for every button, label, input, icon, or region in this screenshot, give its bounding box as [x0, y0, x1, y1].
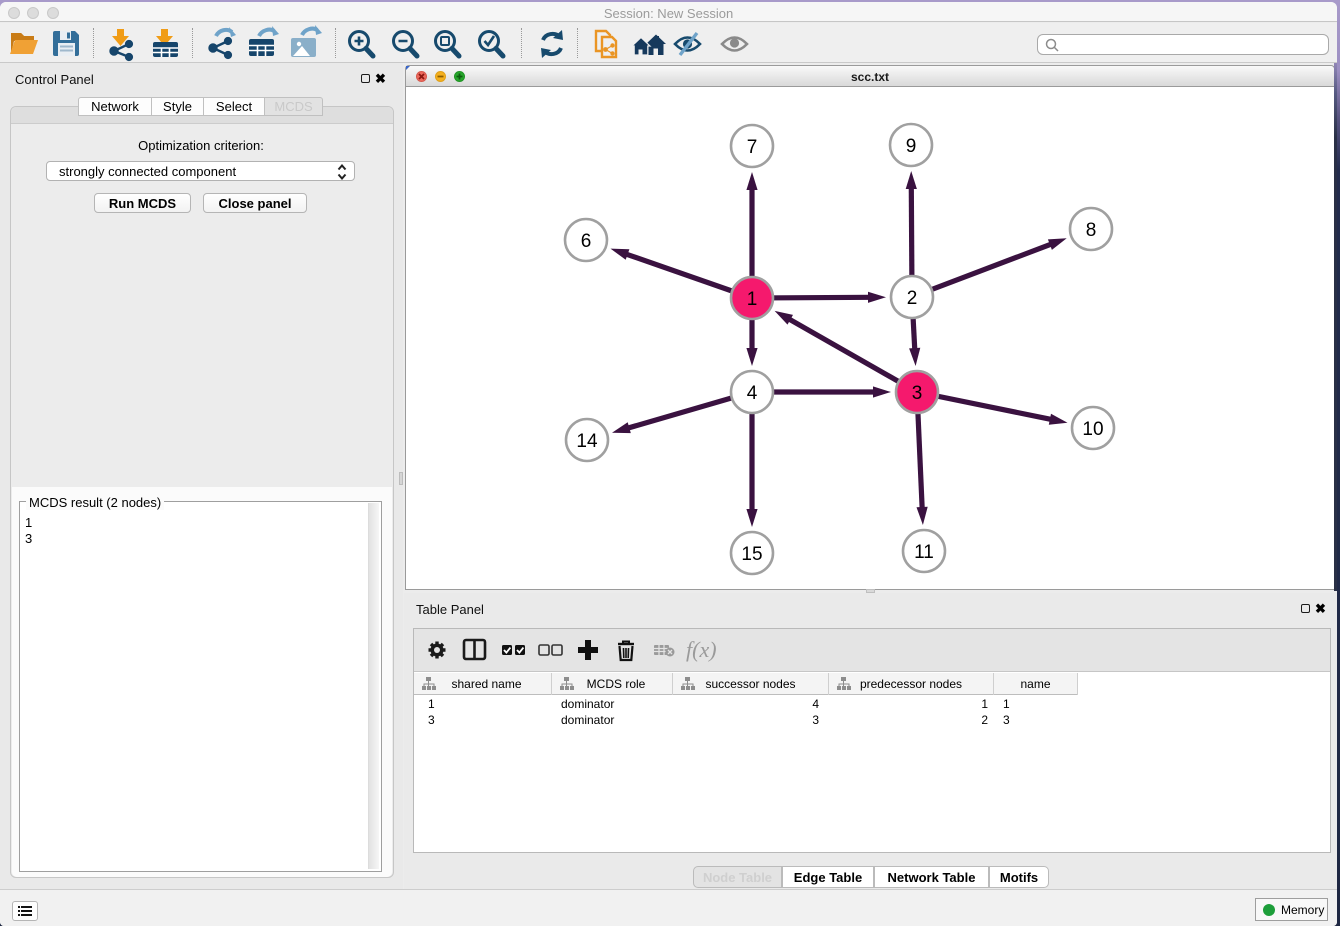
svg-text:6: 6 [581, 231, 592, 252]
svg-text:10: 10 [1082, 419, 1103, 440]
svg-text:7: 7 [747, 137, 758, 158]
svg-text:9: 9 [906, 136, 917, 157]
svg-text:4: 4 [747, 383, 758, 404]
svg-text:3: 3 [912, 383, 923, 404]
svg-text:8: 8 [1086, 220, 1097, 241]
svg-text:15: 15 [741, 544, 762, 565]
svg-text:2: 2 [907, 288, 918, 309]
svg-text:f(x): f(x) [686, 637, 717, 662]
svg-text:11: 11 [914, 542, 934, 563]
svg-text:14: 14 [576, 431, 598, 452]
svg-text:1: 1 [747, 289, 758, 310]
